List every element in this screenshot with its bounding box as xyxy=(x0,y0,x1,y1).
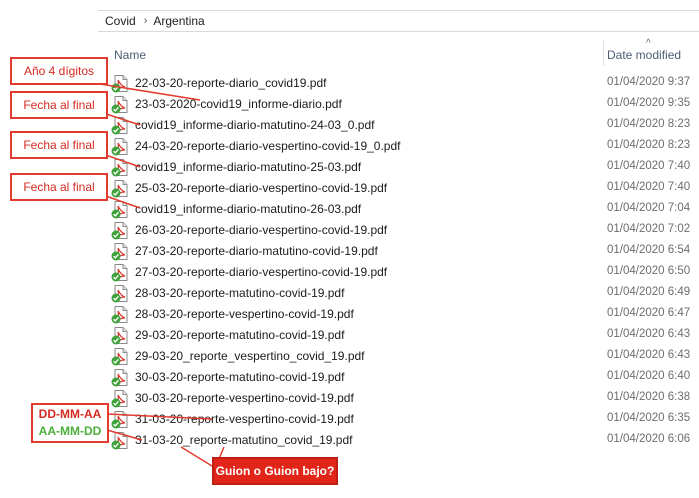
file-name[interactable]: 28-03-20-reporte-matutino-covid-19.pdf xyxy=(135,286,344,300)
file-row[interactable]: covid19_informe-diario-matutino-26-03.pd… xyxy=(110,199,699,220)
file-row[interactable]: 30-03-20-reporte-matutino-covid-19.pdf 01… xyxy=(110,367,699,388)
pdf-file-icon xyxy=(111,138,128,156)
file-name[interactable]: 25-03-20-reporte-diario-vespertino-covid… xyxy=(135,181,387,195)
breadcrumb: Covid › Argentina xyxy=(98,10,699,32)
file-date-modified: 01/04/2020 6:54 xyxy=(607,244,691,256)
file-name[interactable]: covid19_informe-diario-matutino-26-03.pd… xyxy=(135,202,361,216)
file-date-modified: 01/04/2020 6:38 xyxy=(607,391,691,403)
file-date-modified: 01/04/2020 6:40 xyxy=(607,370,691,382)
annotation-date-at-end: Fecha al final xyxy=(10,91,108,119)
column-header-date-modified[interactable]: Date modified xyxy=(607,48,681,62)
file-date-modified: 01/04/2020 8:23 xyxy=(607,139,691,151)
pdf-file-icon xyxy=(111,348,128,366)
pdf-file-icon xyxy=(111,327,128,345)
pdf-file-icon xyxy=(111,180,128,198)
annotation-format-aammdd: AA-MM-DD xyxy=(38,424,102,438)
file-name[interactable]: 29-03-20_reporte_vespertino_covid_19.pdf xyxy=(135,349,365,363)
file-name[interactable]: 27-03-20-reporte-diario-matutino-covid-1… xyxy=(135,244,378,258)
file-row[interactable]: 25-03-20-reporte-diario-vespertino-covid… xyxy=(110,178,699,199)
file-list: 22-03-20-reporte-diario_covid19.pdf 01/04… xyxy=(110,73,699,451)
file-date-modified: 01/04/2020 7:40 xyxy=(607,181,691,193)
pdf-file-icon xyxy=(111,243,128,261)
file-date-modified: 01/04/2020 6:47 xyxy=(607,307,691,319)
file-name[interactable]: 23-03-2020-covid19_informe-diario.pdf xyxy=(135,97,342,111)
chevron-right-icon[interactable]: › xyxy=(136,15,154,27)
file-row[interactable]: 22-03-20-reporte-diario_covid19.pdf 01/04… xyxy=(110,73,699,94)
file-row[interactable]: 31-03-20_reporte-matutino_covid_19.pdf 01… xyxy=(110,430,699,451)
pdf-file-icon xyxy=(111,432,128,450)
pdf-file-icon xyxy=(111,96,128,114)
annotation-format-ddmmaa: DD-MM-AA xyxy=(38,407,102,421)
file-name[interactable]: 22-03-20-reporte-diario_covid19.pdf xyxy=(135,76,326,90)
file-name[interactable]: covid19_informe-diario-matutino-24-03_0.… xyxy=(135,118,374,132)
file-row[interactable]: covid19_informe-diario-matutino-25-03.pd… xyxy=(110,157,699,178)
annotation-date-at-end: Fecha al final xyxy=(10,173,108,201)
file-name[interactable]: 26-03-20-reporte-diario-vespertino-covid… xyxy=(135,223,387,237)
annotation-date-formats: DD-MM-AA AA-MM-DD xyxy=(31,403,109,443)
file-row[interactable]: 28-03-20-reporte-matutino-covid-19.pdf 01… xyxy=(110,283,699,304)
file-name[interactable]: 27-03-20-reporte-diario-vespertino-covid… xyxy=(135,265,387,279)
file-row[interactable]: 30-03-20-reporte-vespertino-covid-19.pdf… xyxy=(110,388,699,409)
file-row[interactable]: 23-03-2020-covid19_informe-diario.pdf 01/… xyxy=(110,94,699,115)
pdf-file-icon xyxy=(111,117,128,135)
breadcrumb-item-covid[interactable]: Covid xyxy=(98,14,136,28)
file-name[interactable]: 28-03-20-reporte-vespertino-covid-19.pdf xyxy=(135,307,354,321)
file-row[interactable]: 29-03-20-reporte-matutino-covid-19.pdf 01… xyxy=(110,325,699,346)
breadcrumb-item-argentina[interactable]: Argentina xyxy=(153,14,204,28)
file-date-modified: 01/04/2020 7:40 xyxy=(607,160,691,172)
file-row[interactable]: 27-03-20-reporte-diario-vespertino-covid… xyxy=(110,262,699,283)
file-name[interactable]: 30-03-20-reporte-vespertino-covid-19.pdf xyxy=(135,391,354,405)
pdf-file-icon xyxy=(111,411,128,429)
file-row[interactable]: 27-03-20-reporte-diario-matutino-covid-1… xyxy=(110,241,699,262)
column-header-name[interactable]: Name xyxy=(114,48,146,62)
column-divider[interactable] xyxy=(603,40,604,66)
file-date-modified: 01/04/2020 9:35 xyxy=(607,97,691,109)
file-date-modified: 01/04/2020 6:49 xyxy=(607,286,691,298)
file-date-modified: 01/04/2020 8:23 xyxy=(607,118,691,130)
pdf-file-icon xyxy=(111,285,128,303)
file-row[interactable]: 31-03-20-reporte-vespertino-covid-19.pdf… xyxy=(110,409,699,430)
file-row[interactable]: 24-03-20-reporte-diario-vespertino-covid… xyxy=(110,136,699,157)
file-name[interactable]: 31-03-20_reporte-matutino_covid_19.pdf xyxy=(135,433,352,447)
file-name[interactable]: covid19_informe-diario-matutino-25-03.pd… xyxy=(135,160,361,174)
pdf-file-icon xyxy=(111,159,128,177)
file-date-modified: 01/04/2020 7:04 xyxy=(607,202,691,214)
file-date-modified: 01/04/2020 9:37 xyxy=(607,76,691,88)
pdf-file-icon xyxy=(111,222,128,240)
file-row[interactable]: covid19_informe-diario-matutino-24-03_0.… xyxy=(110,115,699,136)
file-name[interactable]: 29-03-20-reporte-matutino-covid-19.pdf xyxy=(135,328,344,342)
annotation-year-four-digits: Año 4 dígitos xyxy=(10,57,108,85)
file-date-modified: 01/04/2020 7:02 xyxy=(607,223,691,235)
file-name[interactable]: 31-03-20-reporte-vespertino-covid-19.pdf xyxy=(135,412,354,426)
pdf-file-icon xyxy=(111,306,128,324)
pdf-file-icon xyxy=(111,201,128,219)
pdf-file-icon xyxy=(111,75,128,93)
column-header: ^ Name Date modified xyxy=(98,38,699,66)
file-row[interactable]: 26-03-20-reporte-diario-vespertino-covid… xyxy=(110,220,699,241)
file-name[interactable]: 30-03-20-reporte-matutino-covid-19.pdf xyxy=(135,370,344,384)
annotation-dash-or-underscore: Guion o Guion bajo? xyxy=(212,457,338,485)
file-date-modified: 01/04/2020 6:06 xyxy=(607,433,691,445)
file-name[interactable]: 24-03-20-reporte-diario-vespertino-covid… xyxy=(135,139,400,153)
pdf-file-icon xyxy=(111,390,128,408)
pdf-file-icon xyxy=(111,264,128,282)
file-date-modified: 01/04/2020 6:35 xyxy=(607,412,691,424)
file-row[interactable]: 28-03-20-reporte-vespertino-covid-19.pdf… xyxy=(110,304,699,325)
file-row[interactable]: 29-03-20_reporte_vespertino_covid_19.pdf… xyxy=(110,346,699,367)
file-date-modified: 01/04/2020 6:43 xyxy=(607,349,691,361)
file-date-modified: 01/04/2020 6:50 xyxy=(607,265,691,277)
pdf-file-icon xyxy=(111,369,128,387)
annotation-date-at-end: Fecha al final xyxy=(10,131,108,159)
file-date-modified: 01/04/2020 6:43 xyxy=(607,328,691,340)
